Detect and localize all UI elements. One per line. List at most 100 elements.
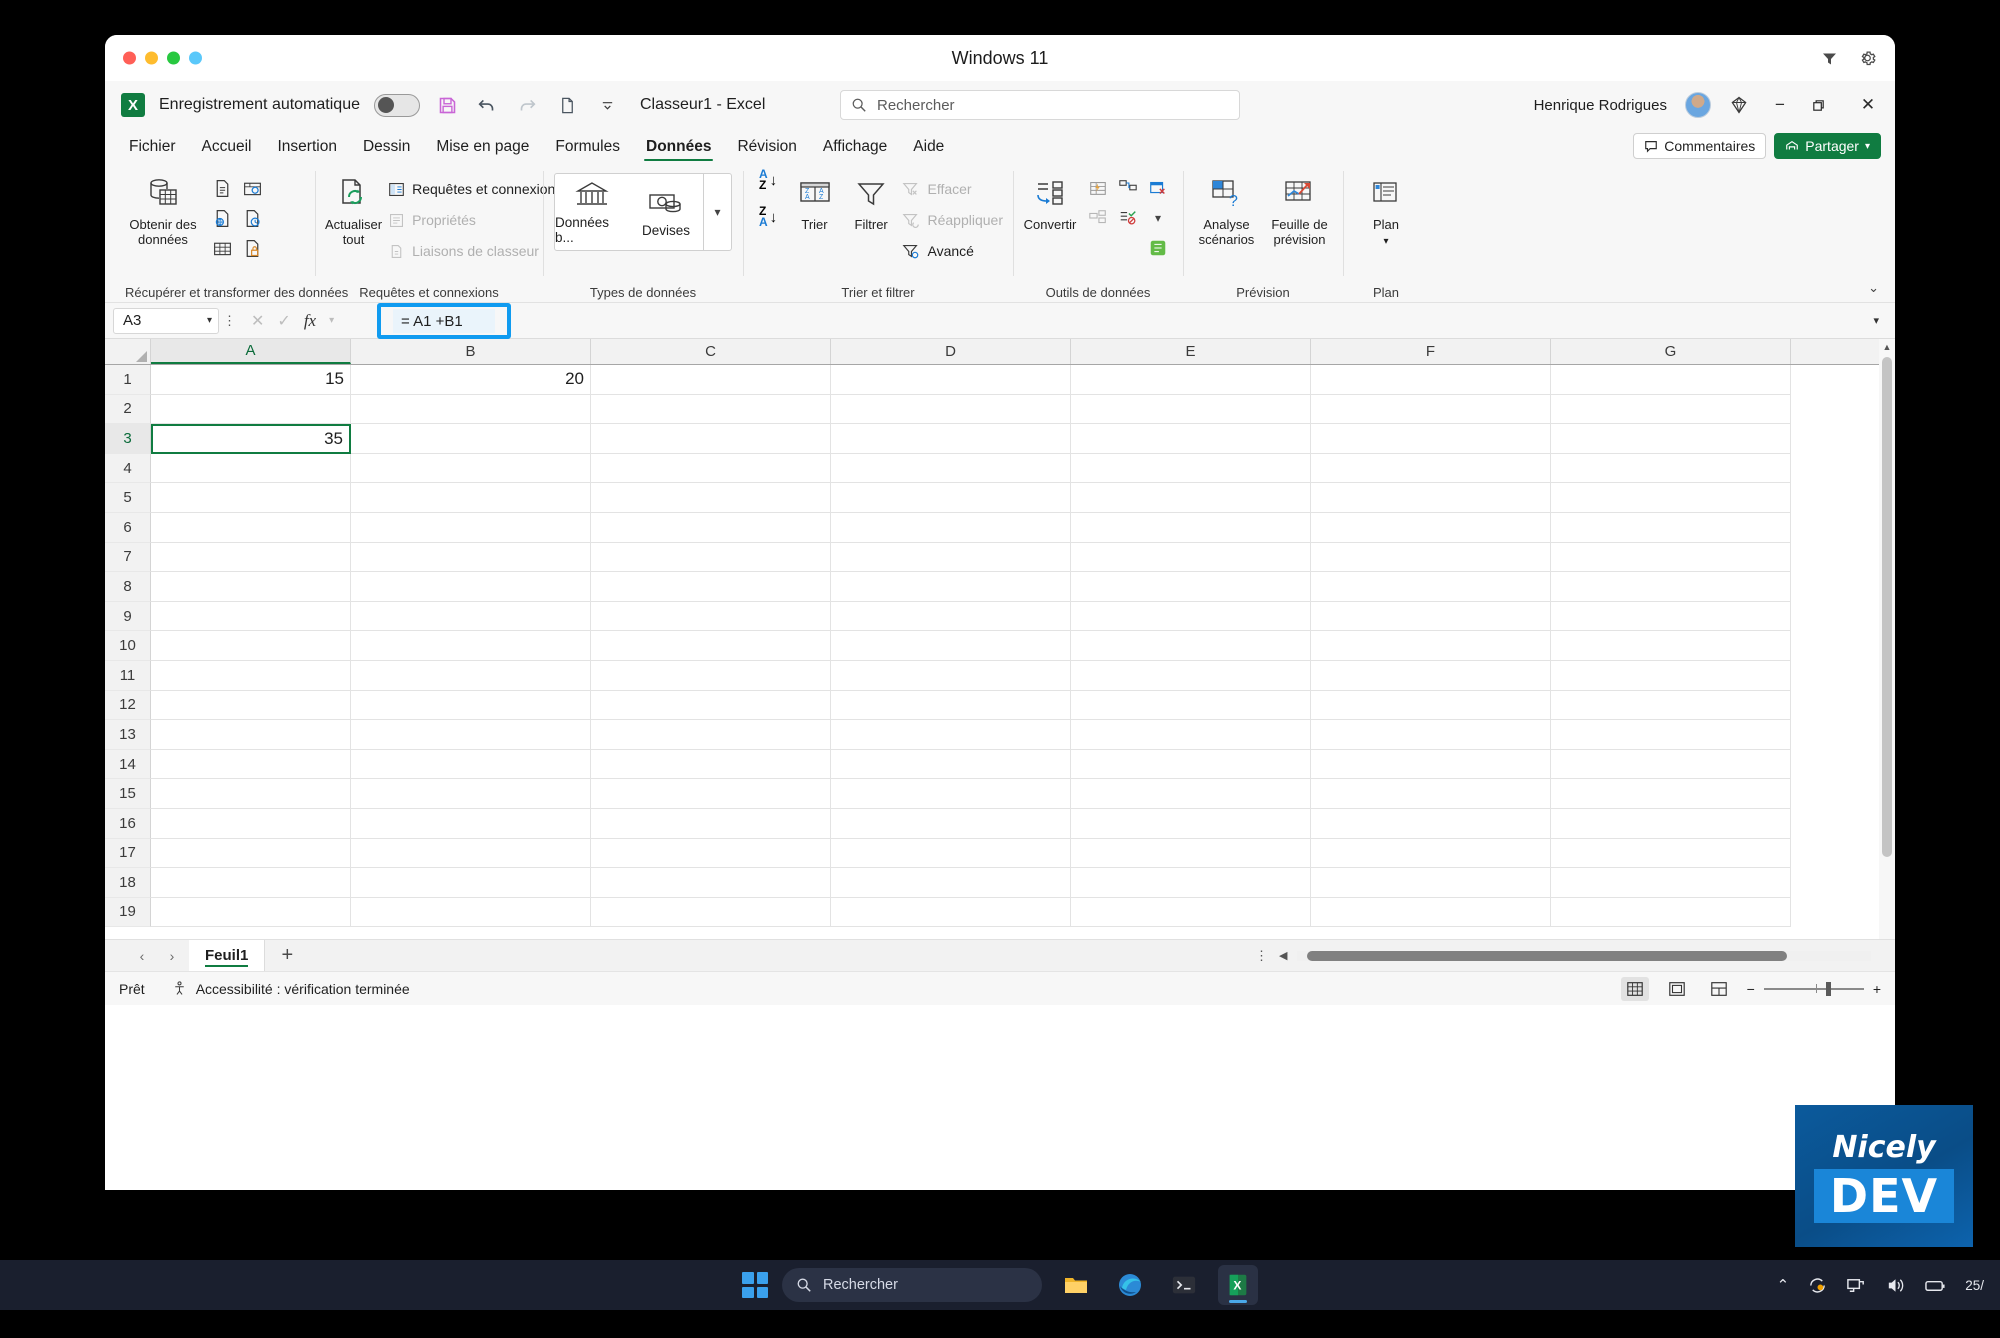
row-header-13[interactable]: 13 bbox=[105, 720, 151, 750]
cell-F1[interactable] bbox=[1311, 365, 1551, 395]
cell-B12[interactable] bbox=[351, 690, 591, 721]
tab-formules[interactable]: Formules bbox=[543, 134, 632, 163]
cell-C6[interactable] bbox=[591, 512, 831, 543]
cell-A8[interactable] bbox=[151, 572, 351, 602]
select-all-corner[interactable] bbox=[105, 339, 151, 364]
cell-D17[interactable] bbox=[831, 838, 1071, 869]
volume-icon[interactable] bbox=[1885, 1275, 1906, 1296]
cell-F4[interactable] bbox=[1311, 453, 1551, 484]
cell-A2[interactable] bbox=[151, 394, 351, 425]
cell-A3[interactable]: 35 bbox=[151, 424, 351, 454]
cell-E6[interactable] bbox=[1071, 512, 1311, 543]
cell-E1[interactable] bbox=[1071, 365, 1311, 395]
stocks-button[interactable]: Données b... bbox=[555, 174, 629, 250]
cell-E17[interactable] bbox=[1071, 838, 1311, 869]
customize-qat-icon[interactable] bbox=[594, 92, 620, 118]
cell-E4[interactable] bbox=[1071, 453, 1311, 484]
cell-D1[interactable] bbox=[831, 365, 1071, 395]
cell-B14[interactable] bbox=[351, 749, 591, 780]
taskbar-search-input[interactable]: Rechercher bbox=[782, 1268, 1042, 1302]
cell-F12[interactable] bbox=[1311, 690, 1551, 721]
column-header-d[interactable]: D bbox=[831, 339, 1071, 364]
close-window-button[interactable] bbox=[123, 51, 136, 65]
cell-D12[interactable] bbox=[831, 690, 1071, 721]
cell-D16[interactable] bbox=[831, 808, 1071, 839]
cell-F18[interactable] bbox=[1311, 868, 1551, 898]
cell-B11[interactable] bbox=[351, 660, 591, 691]
cell-D18[interactable] bbox=[831, 868, 1071, 898]
column-header-f[interactable]: F bbox=[1311, 339, 1551, 364]
cell-E16[interactable] bbox=[1071, 808, 1311, 839]
tab-mise-en-page[interactable]: Mise en page bbox=[424, 134, 541, 163]
expand-formula-bar-chevron-down-icon[interactable]: ▾ bbox=[1873, 314, 1879, 327]
tab-aide[interactable]: Aide bbox=[901, 134, 956, 163]
save-icon[interactable] bbox=[434, 92, 460, 118]
vertical-scroll-thumb[interactable] bbox=[1882, 357, 1892, 857]
cell-C15[interactable] bbox=[591, 779, 831, 809]
name-box-chevron-down-icon[interactable]: ▾ bbox=[207, 315, 212, 326]
from-web-icon[interactable] bbox=[207, 203, 237, 233]
column-header-b[interactable]: B bbox=[351, 339, 591, 364]
excel-icon[interactable]: X bbox=[1218, 1265, 1258, 1305]
cell-G18[interactable] bbox=[1551, 868, 1791, 898]
row-header-11[interactable]: 11 bbox=[105, 660, 151, 691]
avatar[interactable] bbox=[1685, 92, 1711, 118]
cell-A10[interactable] bbox=[151, 631, 351, 661]
cell-E7[interactable] bbox=[1071, 542, 1311, 573]
cell-A1[interactable]: 15 bbox=[151, 365, 351, 395]
cell-A18[interactable] bbox=[151, 868, 351, 898]
cell-A16[interactable] bbox=[151, 808, 351, 839]
cell-E15[interactable] bbox=[1071, 779, 1311, 809]
tab-affichage[interactable]: Affichage bbox=[811, 134, 899, 163]
cell-E8[interactable] bbox=[1071, 572, 1311, 602]
cell-A7[interactable] bbox=[151, 542, 351, 573]
zoom-slider[interactable]: − + bbox=[1747, 981, 1881, 997]
comments-button[interactable]: Commentaires bbox=[1633, 133, 1767, 159]
row-header-17[interactable]: 17 bbox=[105, 838, 151, 869]
cell-D11[interactable] bbox=[831, 660, 1071, 691]
cell-D7[interactable] bbox=[831, 542, 1071, 573]
cell-D6[interactable] bbox=[831, 512, 1071, 543]
tab-fichier[interactable]: Fichier bbox=[117, 134, 188, 163]
zoom-out-button[interactable]: − bbox=[1747, 981, 1755, 997]
cell-E3[interactable] bbox=[1071, 424, 1311, 454]
cell-C18[interactable] bbox=[591, 868, 831, 898]
row-header-14[interactable]: 14 bbox=[105, 749, 151, 780]
get-data-button[interactable]: Obtenir des données bbox=[125, 169, 201, 248]
data-validation-icon[interactable] bbox=[1113, 203, 1143, 233]
relationships-icon[interactable] bbox=[1113, 173, 1143, 203]
accessibility-text[interactable]: Accessibilité : vérification terminée bbox=[196, 981, 410, 997]
cell-C10[interactable] bbox=[591, 631, 831, 661]
horizontal-scrollbar[interactable] bbox=[1297, 950, 1871, 961]
cell-G8[interactable] bbox=[1551, 572, 1791, 602]
from-existing-connections-icon[interactable] bbox=[237, 233, 267, 263]
cell-G2[interactable] bbox=[1551, 394, 1791, 425]
cell-C17[interactable] bbox=[591, 838, 831, 869]
cell-F16[interactable] bbox=[1311, 808, 1551, 839]
cell-C16[interactable] bbox=[591, 808, 831, 839]
cell-A19[interactable] bbox=[151, 897, 351, 928]
from-table-range-icon[interactable] bbox=[207, 233, 237, 263]
page-layout-view-button[interactable] bbox=[1663, 977, 1691, 1001]
cell-G7[interactable] bbox=[1551, 542, 1791, 573]
cell-B1[interactable]: 20 bbox=[351, 365, 591, 395]
cell-G4[interactable] bbox=[1551, 453, 1791, 484]
cell-F8[interactable] bbox=[1311, 572, 1551, 602]
row-header-12[interactable]: 12 bbox=[105, 690, 151, 721]
terminal-icon[interactable] bbox=[1164, 1265, 1204, 1305]
from-text-csv-icon[interactable] bbox=[207, 173, 237, 203]
scroll-left-icon[interactable]: ◀ bbox=[1279, 949, 1287, 962]
share-button[interactable]: Partager ▾ bbox=[1774, 133, 1881, 159]
cell-E12[interactable] bbox=[1071, 690, 1311, 721]
row-header-4[interactable]: 4 bbox=[105, 453, 151, 484]
cell-C11[interactable] bbox=[591, 660, 831, 691]
close-button[interactable]: ✕ bbox=[1855, 95, 1881, 115]
cell-B18[interactable] bbox=[351, 868, 591, 898]
formula-bar-handle[interactable]: ⋮ bbox=[219, 313, 241, 329]
row-header-1[interactable]: 1 bbox=[105, 365, 151, 395]
cell-C5[interactable] bbox=[591, 483, 831, 513]
cell-G11[interactable] bbox=[1551, 660, 1791, 691]
cell-A4[interactable] bbox=[151, 453, 351, 484]
fx-icon[interactable]: fx bbox=[304, 311, 316, 331]
cell-G13[interactable] bbox=[1551, 720, 1791, 750]
